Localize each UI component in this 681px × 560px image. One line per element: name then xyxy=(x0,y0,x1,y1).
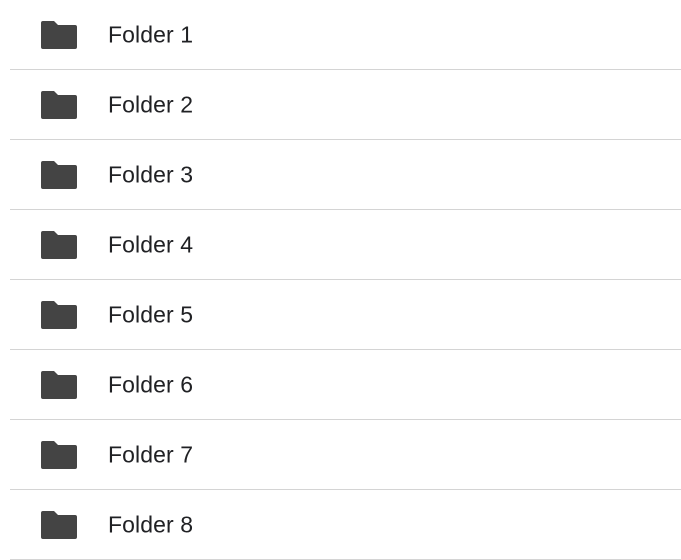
folder-list: Folder 1 Folder 2 Folder 3 Folder 4 Fold… xyxy=(10,0,681,560)
folder-label: Folder 5 xyxy=(108,301,194,327)
folder-icon xyxy=(41,160,77,189)
folder-icon xyxy=(41,370,77,399)
folder-icon xyxy=(41,90,77,119)
folder-item-5[interactable]: Folder 5 xyxy=(10,280,681,350)
folder-label: Folder 8 xyxy=(108,511,194,537)
folder-item-2[interactable]: Folder 2 xyxy=(10,70,681,140)
folder-item-3[interactable]: Folder 3 xyxy=(10,140,681,210)
folder-label: Folder 7 xyxy=(108,441,194,467)
folder-icon xyxy=(41,300,77,329)
folder-item-4[interactable]: Folder 4 xyxy=(10,210,681,280)
folder-label: Folder 1 xyxy=(108,21,194,47)
folder-icon xyxy=(41,510,77,539)
folder-label: Folder 2 xyxy=(108,91,194,117)
folder-label: Folder 3 xyxy=(108,161,194,187)
folder-icon xyxy=(41,230,77,259)
folder-item-1[interactable]: Folder 1 xyxy=(10,0,681,70)
folder-icon xyxy=(41,20,77,49)
folder-label: Folder 6 xyxy=(108,371,194,397)
folder-label: Folder 4 xyxy=(108,231,194,257)
folder-icon xyxy=(41,440,77,469)
folder-item-6[interactable]: Folder 6 xyxy=(10,350,681,420)
folder-item-8[interactable]: Folder 8 xyxy=(10,490,681,560)
folder-item-7[interactable]: Folder 7 xyxy=(10,420,681,490)
